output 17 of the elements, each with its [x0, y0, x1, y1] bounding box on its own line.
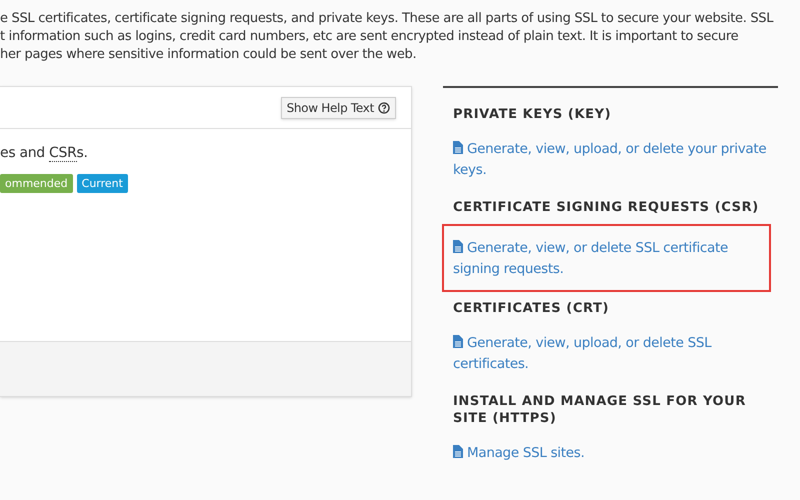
panel-text: es and CSRs. — [0, 144, 89, 164]
document-icon — [453, 240, 463, 253]
section-heading: INSTALL AND MANAGE SSL FOR YOUR SITE (HTTPS) — [452, 393, 747, 427]
status-badge: ommended — [0, 174, 73, 193]
document-icon — [453, 335, 463, 348]
section-heading: CERTIFICATE SIGNING REQUESTS (CSR) — [452, 199, 760, 216]
section-heading: PRIVATE KEYS (KEY) — [452, 106, 612, 123]
status-badge: Current — [76, 174, 128, 193]
show-help-text-button[interactable]: Show Help Text — [280, 96, 396, 118]
document-icon — [453, 141, 463, 154]
section-link[interactable]: Generate, view, upload, or delete SSL certificates. — [453, 333, 768, 375]
document-icon — [453, 445, 463, 458]
section-heading: CERTIFICATES (CRT) — [452, 300, 610, 317]
intro-paragraph: e SSL certificates, certificate signing requests, and private keys. These are all parts of using SSL to secure your website. SSL t information such as logins, credit card numbers, etc are sent encrypted instead of plain text. It is important to secure her pages where sensitive information could be sent over the web. — [0, 10, 774, 64]
help-icon — [378, 102, 390, 114]
section-link[interactable]: Generate, view, upload, or delete your private keys. — [453, 139, 768, 181]
section-link[interactable]: Manage SSL sites. — [453, 443, 768, 464]
